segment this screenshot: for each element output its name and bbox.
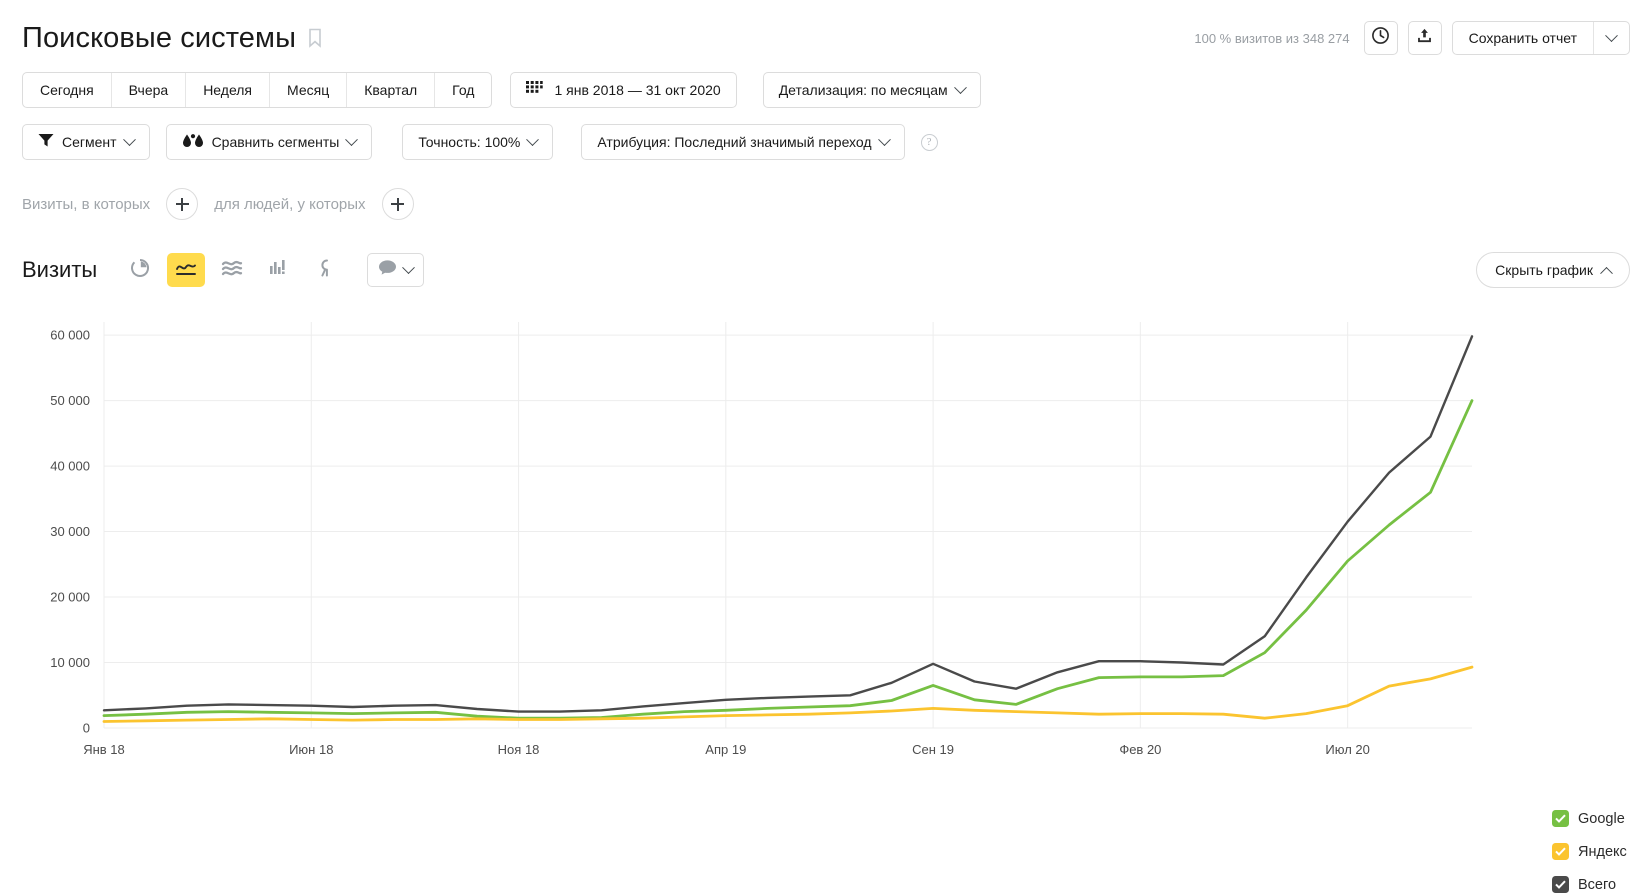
legend-checkbox-google[interactable] (1552, 810, 1569, 827)
visits-condition-label: Визиты, в которых (22, 195, 151, 213)
visits-info: 100 % визитов из 348 274 (1194, 30, 1350, 46)
viz-map-button[interactable] (305, 253, 343, 287)
conditions-row: Визиты, в которых для людей, у которых (0, 184, 1652, 224)
detail-level-label: Детализация: по месяцам (778, 82, 948, 98)
area-chart-icon (221, 258, 243, 283)
segment-button[interactable]: Сегмент (22, 124, 150, 160)
line-chart-icon (175, 258, 197, 283)
header-actions: 100 % визитов из 348 274 Сохранить отчет (1194, 21, 1630, 55)
add-people-condition-button[interactable] (381, 188, 414, 220)
page-header: Поисковые системы 100 % визитов из 348 2… (0, 0, 1652, 58)
save-report-dropdown-button[interactable] (1593, 22, 1629, 54)
bookmark-icon[interactable] (308, 28, 322, 48)
svg-text:Апр 19: Апр 19 (705, 742, 746, 757)
attribution-label: Атрибуция: Последний значимый переход (597, 134, 872, 150)
filter-toolbar: Сегмент Сравнить сегменты Точность: 100%… (0, 124, 1652, 160)
segment-label: Сегмент (62, 134, 117, 150)
svg-text:Сен 19: Сен 19 (912, 742, 954, 757)
viz-line-button[interactable] (167, 253, 206, 287)
legend-checkbox-yandex[interactable] (1552, 843, 1569, 860)
svg-text:40 000: 40 000 (50, 459, 90, 474)
hide-chart-label: Скрыть график (1495, 262, 1593, 278)
period-today[interactable]: Сегодня (23, 73, 112, 107)
attribution-help-icon[interactable]: ? (920, 133, 938, 151)
compare-segments-button[interactable]: Сравнить сегменты (165, 124, 373, 160)
period-toolbar: Сегодня Вчера Неделя Месяц Квартал Год 1… (0, 72, 1652, 108)
viz-pie-button[interactable] (121, 253, 159, 287)
people-condition-label: для людей, у которых (214, 195, 366, 213)
period-button-group: Сегодня Вчера Неделя Месяц Квартал Год (22, 72, 493, 108)
chevron-down-icon (345, 132, 359, 146)
funnel-icon (38, 133, 54, 151)
pie-chart-icon (130, 258, 150, 283)
comment-icon (378, 259, 397, 281)
svg-text:Июн 18: Июн 18 (289, 742, 333, 757)
legend-item-yandex[interactable]: Яндекс (1552, 843, 1627, 860)
chevron-down-icon (877, 132, 891, 146)
date-range-button[interactable]: 1 янв 2018 — 31 окт 2020 (510, 72, 737, 108)
period-year[interactable]: Год (435, 73, 491, 107)
visits-line-chart[interactable]: 0 10 000 20 000 30 000 40 000 50 000 60 000 Янв… (0, 308, 1652, 808)
period-month[interactable]: Месяц (270, 73, 348, 107)
compare-drops-icon (182, 133, 204, 152)
add-visit-condition-button[interactable] (166, 188, 199, 220)
svg-text:50 000: 50 000 (50, 393, 90, 408)
report-history-button[interactable] (1363, 21, 1398, 55)
hide-chart-button[interactable]: Скрыть график (1476, 252, 1630, 288)
chevron-down-icon (526, 132, 540, 146)
attribution-button[interactable]: Атрибуция: Последний значимый переход (581, 124, 905, 160)
svg-text:Ноя 18: Ноя 18 (498, 742, 540, 757)
save-report-group: Сохранить отчет (1451, 21, 1630, 55)
legend-checkbox-total[interactable] (1552, 876, 1569, 893)
export-button[interactable] (1407, 21, 1442, 55)
legend-label-google: Google (1578, 810, 1625, 827)
legend-item-total[interactable]: Всего (1552, 876, 1627, 893)
svg-text:Фев 20: Фев 20 (1119, 742, 1161, 757)
viz-area-button[interactable] (213, 253, 251, 287)
metric-toolbar: Визиты Скрыть график (0, 250, 1652, 290)
map-chart-icon (314, 258, 334, 283)
comments-button[interactable] (367, 253, 425, 287)
detail-level-button[interactable]: Детализация: по месяцам (762, 72, 981, 108)
clock-icon (1371, 26, 1390, 50)
period-quarter[interactable]: Квартал (347, 73, 436, 107)
chart-legend: Google Яндекс Всего (1552, 810, 1627, 893)
svg-text:20 000: 20 000 (50, 590, 90, 605)
svg-text:Янв 18: Янв 18 (83, 742, 125, 757)
svg-text:60 000: 60 000 (50, 328, 90, 343)
legend-item-google[interactable]: Google (1552, 810, 1627, 827)
chevron-up-icon (1600, 266, 1613, 280)
chevron-down-icon (402, 260, 416, 274)
svg-text:0: 0 (83, 721, 90, 736)
period-yesterday[interactable]: Вчера (112, 73, 187, 107)
export-icon (1415, 26, 1434, 50)
viz-bar-button[interactable] (259, 253, 297, 287)
chevron-down-icon (953, 80, 967, 94)
svg-text:Июл 20: Июл 20 (1325, 742, 1369, 757)
svg-text:10 000: 10 000 (50, 655, 90, 670)
save-report-button[interactable]: Сохранить отчет (1453, 22, 1593, 54)
period-week[interactable]: Неделя (186, 73, 271, 107)
chevron-down-icon (1605, 28, 1618, 42)
page-title: Поисковые системы (22, 22, 297, 54)
calendar-icon (526, 81, 544, 99)
accuracy-label: Точность: 100% (418, 134, 521, 150)
accuracy-button[interactable]: Точность: 100% (402, 124, 554, 160)
svg-text:30 000: 30 000 (50, 524, 90, 539)
chart-container: 0 10 000 20 000 30 000 40 000 50 000 60 000 Янв… (0, 308, 1652, 893)
metric-title: Визиты (22, 257, 98, 282)
legend-label-total: Всего (1578, 876, 1617, 893)
compare-segments-label: Сравнить сегменты (211, 134, 340, 150)
bar-chart-icon (268, 258, 288, 283)
legend-label-yandex: Яндекс (1578, 843, 1627, 860)
date-range-label: 1 янв 2018 — 31 окт 2020 (554, 82, 721, 98)
chevron-down-icon (122, 132, 136, 146)
